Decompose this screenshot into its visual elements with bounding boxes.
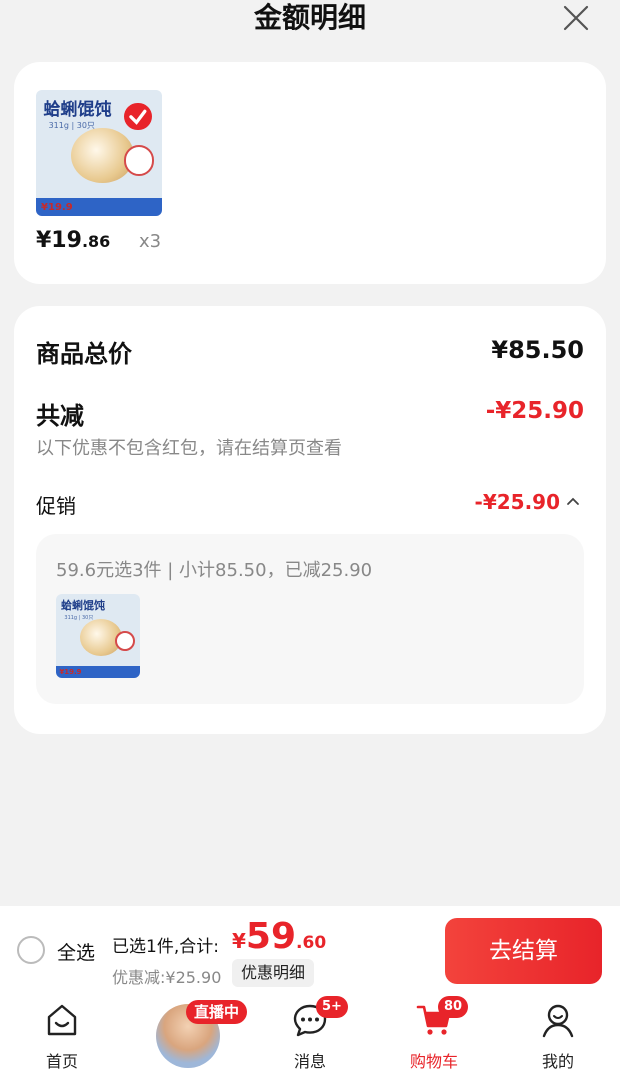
cart-badge: 80 <box>438 996 469 1018</box>
product-image-price: ¥19.9 <box>41 202 73 214</box>
tab-bar: 首页 直播中 5+ 消息 80 购物车 我的 <box>0 992 620 1073</box>
promo-value[interactable]: -¥25.90 <box>475 490 560 514</box>
product-price-dec: .86 <box>81 232 111 251</box>
discount-value: -¥25.90 <box>485 398 584 424</box>
total-label: 商品总价 <box>36 340 132 368</box>
tab-messages[interactable]: 5+ 消息 <box>262 992 358 1073</box>
discount-note: 以下优惠不包含红包，请在结算页查看 <box>36 438 342 459</box>
saved-amount: 优惠减:¥25.90 <box>112 968 222 987</box>
tab-messages-label: 消息 <box>293 1052 326 1071</box>
total-dec: .60 <box>296 933 327 953</box>
live-badge: 直播中 <box>186 1000 248 1024</box>
product-image-sub: 311g | 30只 <box>48 121 95 131</box>
seal-graphic <box>114 630 135 652</box>
product-image-title: 蛤蜊馄饨 <box>43 100 112 121</box>
discount-label: 共减 <box>36 402 84 430</box>
selected-count-text: 已选1件,合计: <box>112 937 219 957</box>
checkout-bar: 全选 已选1件,合计: ¥59.60 优惠减:¥25.90 优惠明细 去结算 <box>0 906 620 992</box>
promo-detail-text: 59.6元选3件 | 小计85.50，已减25.90 <box>56 560 373 581</box>
select-all-radio[interactable] <box>17 936 45 964</box>
promo-image-price: ¥19.9 <box>59 668 82 677</box>
tab-home-label: 首页 <box>45 1052 78 1071</box>
user-icon <box>542 1004 574 1038</box>
select-all-label[interactable]: 全选 <box>57 938 95 965</box>
tab-mine[interactable]: 我的 <box>510 992 606 1073</box>
check-circle-icon <box>124 102 152 131</box>
total-int: 59 <box>245 916 297 957</box>
promo-image-sub: 311g | 30只 <box>64 615 94 622</box>
product-image[interactable]: 蛤蜊馄饨 311g | 30只 ¥19.9 <box>36 90 162 216</box>
tab-cart[interactable]: 80 购物车 <box>386 992 482 1073</box>
promo-product-image[interactable]: 蛤蜊馄饨 311g | 30只 ¥19.9 <box>56 594 140 678</box>
total-symbol: ¥ <box>232 929 246 953</box>
checkout-button[interactable]: 去结算 <box>445 918 602 984</box>
promo-label: 促销 <box>36 494 76 518</box>
total-price: ¥59.60 <box>232 916 326 957</box>
promo-image-title: 蛤蜊馄饨 <box>61 599 106 613</box>
summary-card: 商品总价 ¥85.50 共减 -¥25.90 以下优惠不包含红包，请在结算页查看… <box>14 306 606 734</box>
header: 金额明细 <box>0 0 620 46</box>
chevron-up-icon[interactable] <box>566 494 580 508</box>
product-price-int: ¥19 <box>36 228 82 253</box>
home-icon <box>47 1004 77 1036</box>
tab-mine-label: 我的 <box>541 1052 574 1071</box>
product-qty: x3 <box>139 231 162 252</box>
page-title: 金额明细 <box>253 1 366 34</box>
seal-graphic <box>124 145 155 176</box>
product-card: 蛤蜊馄饨 311g | 30只 ¥19.9 ¥19.86 x3 <box>14 62 606 284</box>
close-icon[interactable] <box>562 4 590 32</box>
discount-detail-button[interactable]: 优惠明细 <box>232 959 315 987</box>
tab-live[interactable]: 直播中 <box>154 992 254 1073</box>
product-price: ¥19.86 <box>36 228 110 253</box>
messages-badge: 5+ <box>316 996 348 1018</box>
tab-cart-label: 购物车 <box>409 1052 458 1071</box>
tab-home[interactable]: 首页 <box>14 992 110 1073</box>
total-value: ¥85.50 <box>491 336 584 364</box>
